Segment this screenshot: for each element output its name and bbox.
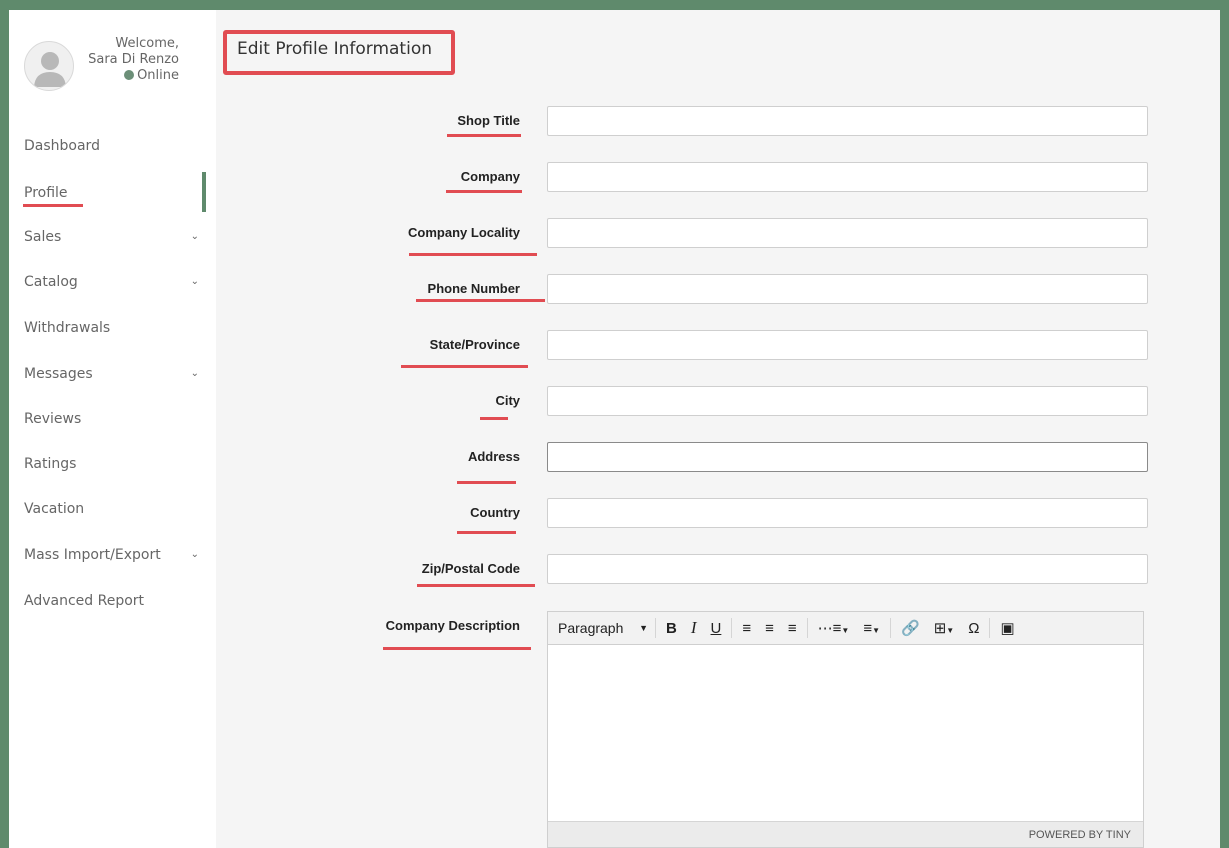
active-indicator xyxy=(202,172,206,212)
chevron-down-icon: ⌄ xyxy=(190,276,199,287)
chevron-down-icon: ⌄ xyxy=(190,368,199,379)
sidebar-item-reviews[interactable]: Reviews xyxy=(24,409,199,429)
toolbar-separator xyxy=(890,618,892,638)
editor-statusbar: POWERED BY TINY xyxy=(548,821,1143,847)
main-content: Edit Profile Information Shop Title Comp… xyxy=(216,10,1220,848)
numbered-list-icon[interactable]: ≡▼ xyxy=(863,620,880,637)
rich-text-editor: Paragraph ▼ B I U ≡ ≡ ≡ ⋯≡▼ ≡▼ 🔗 ⊞▼ Ω ▣ P… xyxy=(547,611,1144,848)
underline-icon[interactable]: U xyxy=(711,620,722,637)
chevron-down-icon: ⌄ xyxy=(190,231,199,242)
page-title: Edit Profile Information xyxy=(223,30,455,75)
country-label: Country xyxy=(470,505,520,520)
powered-by-link[interactable]: POWERED BY TINY xyxy=(1029,829,1131,841)
italic-icon[interactable]: I xyxy=(691,618,697,638)
user-info: Welcome, Sara Di Renzo Online xyxy=(9,36,179,84)
online-dot-icon xyxy=(124,70,135,80)
chevron-down-icon: ⌄ xyxy=(190,549,199,560)
highlight-underline xyxy=(401,365,528,368)
city-input[interactable] xyxy=(547,386,1148,416)
sidebar-item-label: Messages xyxy=(24,366,93,382)
sidebar-item-label: Withdrawals xyxy=(24,320,111,336)
zip-postal-code-label: Zip/Postal Code xyxy=(421,561,520,576)
zip-postal-code-input[interactable] xyxy=(547,554,1148,584)
sidebar-item-profile[interactable]: Profile xyxy=(24,183,199,203)
online-status: Online xyxy=(9,68,179,84)
toolbar-separator xyxy=(806,618,808,638)
highlight-underline xyxy=(416,299,545,302)
sidebar-item-advanced-report[interactable]: Advanced Report xyxy=(24,591,199,611)
sidebar-item-mass-import-export[interactable]: Mass Import/Export ⌄ xyxy=(24,545,199,565)
state-province-input[interactable] xyxy=(547,330,1148,360)
sidebar-item-label: Mass Import/Export xyxy=(24,547,161,563)
state-province-label: State/Province xyxy=(429,337,520,352)
company-label: Company xyxy=(460,169,520,184)
sidebar: Welcome, Sara Di Renzo Online Dashboard … xyxy=(9,10,216,848)
toolbar-separator xyxy=(655,618,656,638)
highlight-underline xyxy=(383,647,531,650)
address-label: Address xyxy=(467,449,520,464)
company-locality-input[interactable] xyxy=(547,218,1148,248)
sidebar-item-ratings[interactable]: Ratings xyxy=(24,454,199,474)
highlight-underline xyxy=(446,190,522,193)
sidebar-item-label: Advanced Report xyxy=(24,593,145,609)
link-icon[interactable]: 🔗 xyxy=(901,619,920,637)
block-format-dropdown[interactable]: Paragraph ▼ xyxy=(558,620,648,636)
highlight-underline xyxy=(457,481,516,484)
table-icon[interactable]: ⊞▼ xyxy=(934,619,955,637)
sidebar-item-label: Dashboard xyxy=(24,138,100,154)
online-label: Online xyxy=(137,68,179,83)
editor-body[interactable] xyxy=(548,645,1143,823)
toolbar-separator xyxy=(989,618,991,638)
shop-title-input[interactable] xyxy=(547,106,1148,136)
sidebar-item-label: Profile xyxy=(24,185,68,201)
bullet-list-icon[interactable]: ⋯≡▼ xyxy=(818,619,850,637)
align-center-icon[interactable]: ≡ xyxy=(765,620,774,637)
phone-number-label: Phone Number xyxy=(427,281,520,296)
bold-icon[interactable]: B xyxy=(666,620,677,637)
welcome-text: Welcome, xyxy=(115,36,179,51)
toolbar-separator xyxy=(731,618,733,638)
highlight-underline xyxy=(23,204,83,207)
image-icon[interactable]: ▣ xyxy=(1000,619,1014,637)
company-locality-label: Company Locality xyxy=(408,225,520,240)
align-left-icon[interactable]: ≡ xyxy=(742,620,751,637)
sidebar-item-sales[interactable]: Sales ⌄ xyxy=(24,227,199,247)
address-input[interactable] xyxy=(547,442,1148,472)
sidebar-item-label: Vacation xyxy=(24,501,85,517)
highlight-underline xyxy=(417,584,535,587)
highlight-underline xyxy=(480,417,508,420)
sidebar-item-label: Ratings xyxy=(24,456,77,472)
company-description-label: Company Description xyxy=(385,618,520,633)
sidebar-item-catalog[interactable]: Catalog ⌄ xyxy=(24,272,199,292)
sidebar-item-label: Sales xyxy=(24,229,62,245)
align-right-icon[interactable]: ≡ xyxy=(788,620,797,637)
user-name: Sara Di Renzo xyxy=(88,52,179,67)
sidebar-item-vacation[interactable]: Vacation xyxy=(24,499,199,519)
special-character-icon[interactable]: Ω xyxy=(968,620,979,637)
highlight-underline xyxy=(457,531,516,534)
sidebar-item-withdrawals[interactable]: Withdrawals xyxy=(24,318,199,338)
shop-title-label: Shop Title xyxy=(457,113,520,128)
company-input[interactable] xyxy=(547,162,1148,192)
phone-number-input[interactable] xyxy=(547,274,1148,304)
editor-toolbar: Paragraph ▼ B I U ≡ ≡ ≡ ⋯≡▼ ≡▼ 🔗 ⊞▼ Ω ▣ xyxy=(548,612,1143,645)
caret-down-icon: ▼ xyxy=(639,623,648,633)
sidebar-item-label: Reviews xyxy=(24,411,82,427)
sidebar-item-messages[interactable]: Messages ⌄ xyxy=(24,364,199,384)
block-format-value: Paragraph xyxy=(558,620,624,636)
city-label: City xyxy=(495,393,520,408)
sidebar-item-label: Catalog xyxy=(24,274,78,290)
country-input[interactable] xyxy=(547,498,1148,528)
sidebar-item-dashboard[interactable]: Dashboard xyxy=(24,136,199,156)
highlight-underline xyxy=(447,134,521,137)
highlight-underline xyxy=(409,253,537,256)
